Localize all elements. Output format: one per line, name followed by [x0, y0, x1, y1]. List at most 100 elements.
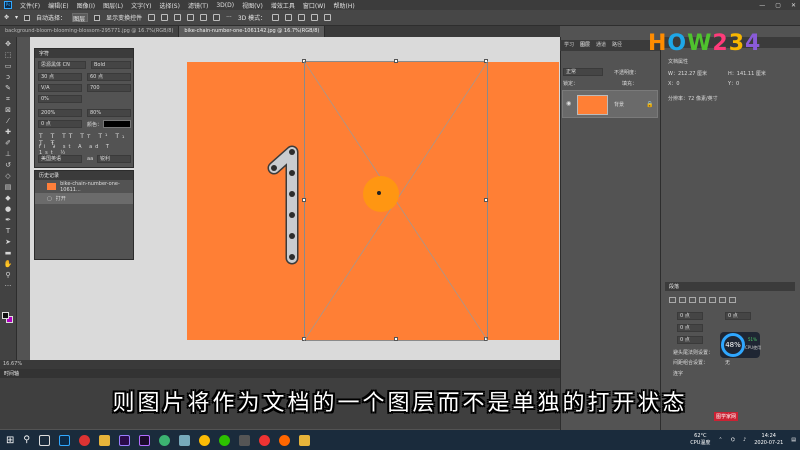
close-icon[interactable]: ✕	[791, 2, 796, 9]
eraser-tool-icon[interactable]: ◇	[4, 172, 13, 180]
tab-document-2[interactable]: bike-chain-number-one-1061142.jpg @ 16.7…	[179, 26, 326, 37]
type-tool-icon[interactable]: T	[4, 227, 13, 235]
text-color-swatch[interactable]	[103, 120, 131, 128]
3d-slide-icon[interactable]	[311, 14, 319, 21]
menu-file[interactable]: 文件(F)	[20, 1, 40, 10]
align-bottom-icon[interactable]	[213, 14, 221, 21]
chrome-icon[interactable]	[198, 434, 210, 446]
menu-type[interactable]: 文字(Y)	[131, 1, 151, 10]
quick-select-tool-icon[interactable]: ✎	[4, 84, 13, 92]
lasso-tool-icon[interactable]: ↄ	[4, 73, 13, 81]
photoshop-icon[interactable]: Ps	[4, 1, 12, 9]
artboard-tool-icon[interactable]: ⬚	[4, 51, 13, 59]
tracking-field[interactable]: 700	[87, 84, 131, 92]
scale-percent-field[interactable]: 80%	[87, 109, 131, 117]
maximize-icon[interactable]: ▢	[775, 2, 781, 9]
healing-brush-tool-icon[interactable]: ✚	[4, 128, 13, 136]
leading-field[interactable]: 60 点	[87, 73, 131, 81]
blur-tool-icon[interactable]: ◆	[4, 194, 13, 202]
stamp-tool-icon[interactable]: ⊥	[4, 150, 13, 158]
shape-tool-icon[interactable]: ▬	[4, 249, 13, 257]
marquee-tool-icon[interactable]: ▭	[4, 62, 13, 70]
chevron-down-icon[interactable]: ▾	[15, 14, 18, 21]
align-left-icon[interactable]	[148, 14, 156, 21]
font-size-field[interactable]: 30 点	[38, 73, 82, 81]
move-tool-icon[interactable]: ✥	[4, 40, 13, 48]
indent-right-field[interactable]: 0 点	[725, 312, 751, 320]
horizontal-scale-field[interactable]: 200%	[38, 109, 82, 117]
wechat-icon[interactable]	[218, 434, 230, 446]
language-select[interactable]: 美国英语	[38, 155, 82, 163]
menu-3d[interactable]: 3D(D)	[216, 2, 234, 9]
hand-tool-icon[interactable]: ✋	[4, 260, 13, 268]
network-icon[interactable]: ⌬	[731, 437, 735, 443]
more-tools-icon[interactable]: ···	[4, 282, 13, 290]
record-icon[interactable]	[258, 434, 270, 446]
dodge-tool-icon[interactable]: ●	[4, 205, 13, 213]
indent-left-field[interactable]: 0 点	[677, 312, 703, 320]
hyphenate-checkbox[interactable]: 连字	[673, 370, 683, 377]
menu-plugins[interactable]: 增效工具	[271, 1, 295, 10]
menu-help[interactable]: 帮助(H)	[334, 1, 355, 10]
history-step[interactable]: ▢ 打开	[35, 193, 133, 204]
windows-start-icon[interactable]: ⊞	[6, 435, 14, 446]
layer-name[interactable]: 背景	[614, 101, 624, 108]
path-select-tool-icon[interactable]: ➤	[4, 238, 13, 246]
3d-rotate-icon[interactable]	[272, 14, 280, 21]
task-view-icon[interactable]	[38, 434, 50, 446]
spacing-select[interactable]: 无	[725, 359, 730, 366]
menu-filter[interactable]: 滤镜(T)	[188, 1, 208, 10]
pen-tool-icon[interactable]: ✒	[4, 216, 13, 224]
media-encoder-icon[interactable]	[138, 434, 150, 446]
indent-first-line-field[interactable]: 0 点	[677, 324, 703, 332]
blend-mode-select[interactable]: 正常	[563, 68, 603, 76]
align-right-icon[interactable]	[174, 14, 182, 21]
align-center-icon[interactable]	[161, 14, 169, 21]
folder-icon[interactable]	[98, 434, 110, 446]
zoom-tool-icon[interactable]: ⚲	[4, 271, 13, 279]
align-top-icon[interactable]	[187, 14, 195, 21]
3d-scale-icon[interactable]	[324, 14, 332, 21]
browser-icon[interactable]	[78, 434, 90, 446]
app-icon[interactable]	[158, 434, 170, 446]
tab-channels[interactable]: 通道	[596, 40, 606, 51]
record2-icon[interactable]	[278, 434, 290, 446]
menu-edit[interactable]: 编辑(E)	[48, 1, 68, 10]
eye-icon[interactable]: ◉	[566, 100, 571, 107]
3d-roll-icon[interactable]	[285, 14, 293, 21]
gradient-tool-icon[interactable]: ▤	[4, 183, 13, 191]
crop-tool-icon[interactable]: ⌗	[4, 95, 13, 103]
tab-document-1[interactable]: background-bloom-blooming-blossom-295771…	[0, 26, 180, 37]
photoshop-icon[interactable]	[58, 434, 70, 446]
auto-select-target-select[interactable]: 图层	[72, 13, 89, 23]
brush-tool-icon[interactable]: ✐	[4, 139, 13, 147]
more-icon[interactable]: ···	[226, 14, 232, 21]
notification-icon[interactable]: ▤	[791, 437, 796, 443]
menu-view[interactable]: 视图(V)	[242, 1, 263, 10]
align-middle-icon[interactable]	[200, 14, 208, 21]
chevron-up-icon[interactable]: ⌃	[718, 437, 722, 443]
foreground-color-swatch[interactable]	[2, 312, 9, 319]
font-style-select[interactable]: Bold	[91, 61, 131, 69]
auto-select-checkbox[interactable]	[24, 14, 31, 21]
font-family-select[interactable]: 思源黑体 CN	[38, 61, 86, 69]
premiere-icon[interactable]	[118, 434, 130, 446]
tab-paths[interactable]: 路径	[612, 40, 622, 51]
baseline-shift-field[interactable]: 0 点	[38, 120, 82, 128]
zoom-level[interactable]: 16.67%	[3, 361, 22, 367]
eyedropper-tool-icon[interactable]: ⁄	[4, 117, 13, 125]
space-before-field[interactable]: 0 点	[677, 336, 703, 344]
move-tool-icon[interactable]: ✥	[4, 14, 9, 21]
tab-layers[interactable]: 图层	[580, 40, 590, 51]
history-brush-tool-icon[interactable]: ↺	[4, 161, 13, 169]
frame-tool-icon[interactable]: ⊠	[4, 106, 13, 114]
volume-icon[interactable]: ♪	[743, 437, 746, 443]
menu-image[interactable]: 图像(I)	[77, 1, 95, 10]
antialias-select[interactable]: 锐利	[97, 155, 131, 163]
kerning-field[interactable]: V/A	[38, 84, 82, 92]
app2-icon[interactable]	[178, 434, 190, 446]
vertical-scale-field[interactable]: 0%	[38, 95, 82, 103]
paragraph-align-buttons[interactable]	[669, 297, 795, 305]
show-transform-checkbox[interactable]	[94, 14, 101, 21]
menu-select[interactable]: 选择(S)	[159, 1, 180, 10]
